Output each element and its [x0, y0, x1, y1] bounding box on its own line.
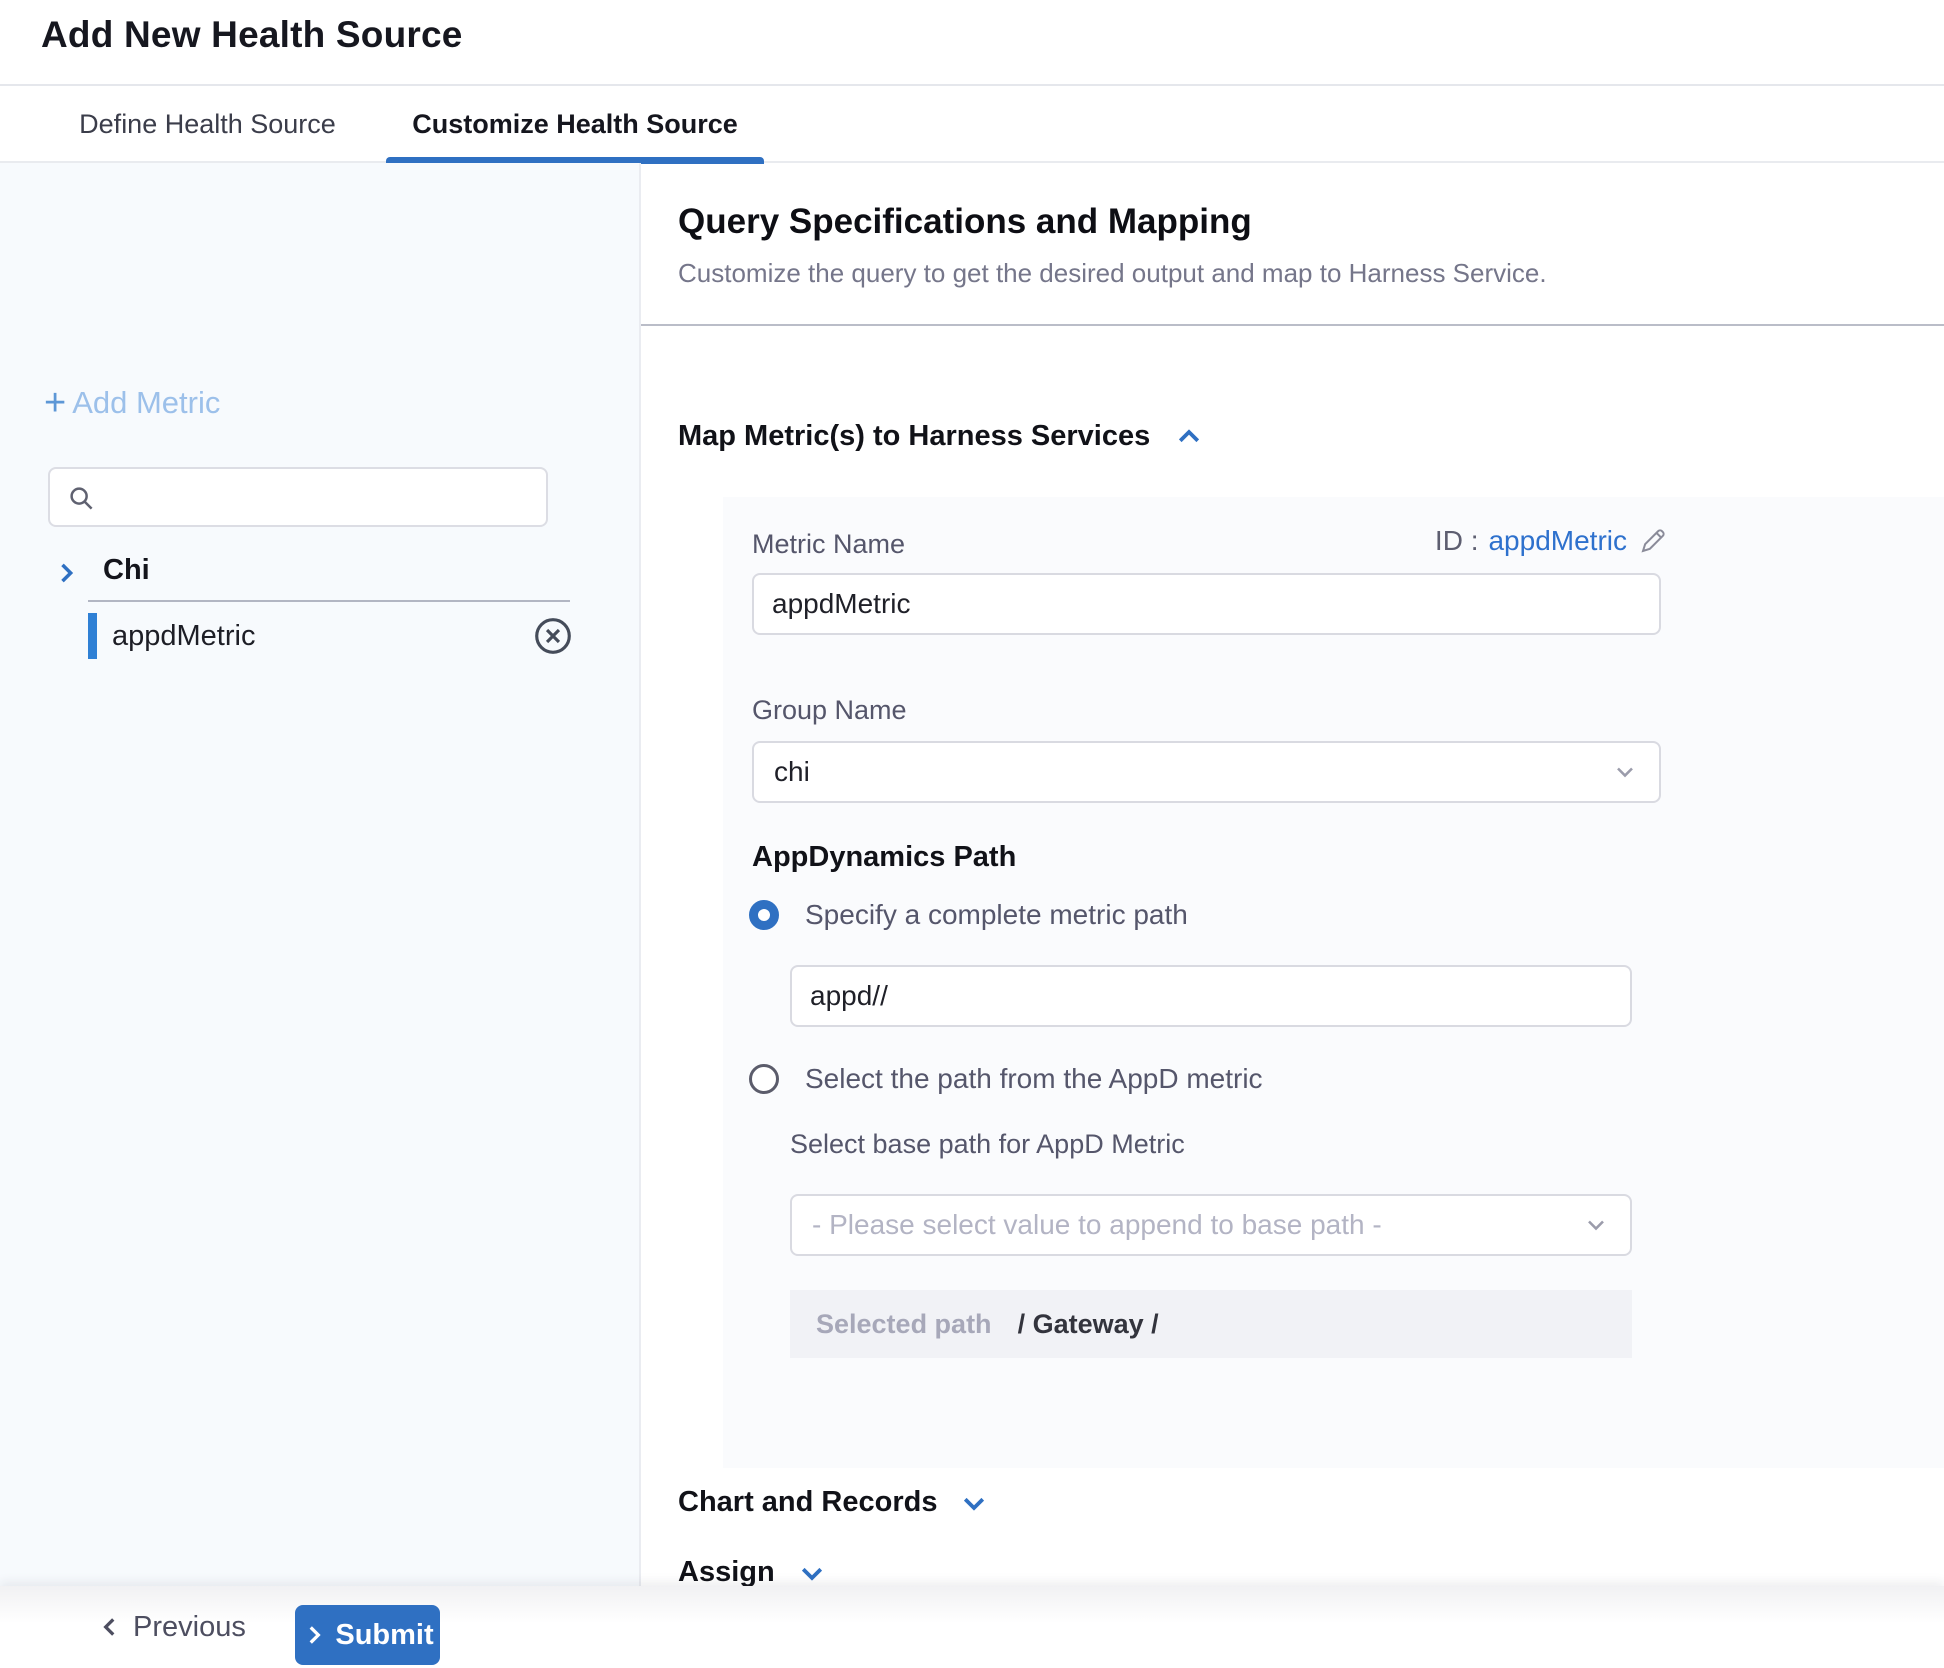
- selected-path-value: / Gateway /: [1018, 1309, 1159, 1340]
- previous-button-label: Previous: [133, 1611, 246, 1644]
- metric-id-value[interactable]: appdMetric: [1488, 525, 1627, 557]
- selected-path-row: Selected path / Gateway /: [790, 1290, 1632, 1358]
- base-path-placeholder: - Please select value to append to base …: [812, 1209, 1382, 1241]
- selected-metric-indicator: [88, 613, 97, 659]
- chevron-down-icon: [959, 1488, 989, 1518]
- plus-icon: +: [44, 388, 66, 418]
- radio-select-path-appd-label: Select the path from the AppD metric: [805, 1063, 1263, 1095]
- group-name-value: chi: [774, 756, 810, 788]
- add-metric-button[interactable]: + Add Metric: [44, 385, 220, 421]
- chevron-down-icon: [1611, 758, 1639, 786]
- group-label: Chi: [103, 554, 150, 587]
- metric-item-label: appdMetric: [112, 620, 255, 653]
- collapse-section-control[interactable]: [1174, 422, 1204, 452]
- group-divider: [88, 600, 570, 602]
- dialog-header: Add New Health Source: [0, 0, 1944, 86]
- chevron-left-icon: [97, 1614, 123, 1640]
- metrics-sidebar: + Add Metric Chi appdMetric: [0, 163, 641, 1586]
- add-metric-label: Add Metric: [72, 385, 220, 421]
- map-metrics-title: Map Metric(s) to Harness Services: [678, 420, 1150, 453]
- edit-pencil-icon[interactable]: [1637, 525, 1669, 557]
- complete-metric-path-input[interactable]: [790, 965, 1632, 1027]
- metric-list-item-appdmetric[interactable]: appdMetric: [0, 613, 641, 659]
- chevron-down-icon: [1582, 1211, 1610, 1239]
- metric-id-row: ID : appdMetric: [752, 525, 1669, 557]
- tab-define-health-source[interactable]: Define Health Source: [60, 86, 355, 163]
- metric-mapping-card: Metric Name ID : appdMetric Group Name c…: [723, 497, 1944, 1468]
- radio-select-path-appd[interactable]: Select the path from the AppD metric: [749, 1063, 1263, 1095]
- metric-search: [48, 467, 548, 527]
- wizard-footer: Previous Submit: [0, 1586, 1944, 1668]
- assign-label: Assign: [678, 1556, 775, 1589]
- metric-group-chi[interactable]: Chi: [0, 551, 641, 595]
- radio-complete-metric-path-label: Specify a complete metric path: [805, 899, 1188, 931]
- tab-customize-health-source[interactable]: Customize Health Source: [386, 86, 764, 163]
- base-path-select[interactable]: - Please select value to append to base …: [790, 1194, 1632, 1256]
- assign-section[interactable]: Assign: [678, 1556, 827, 1589]
- metric-name-input[interactable]: [752, 573, 1661, 635]
- radio-selected-icon: [749, 900, 779, 930]
- radio-unselected-icon: [749, 1064, 779, 1094]
- page-title: Add New Health Source: [41, 14, 463, 56]
- chevron-down-icon: [797, 1558, 827, 1588]
- delete-metric-icon[interactable]: [532, 615, 574, 657]
- chart-and-records-label: Chart and Records: [678, 1486, 937, 1519]
- selected-path-label: Selected path: [816, 1309, 992, 1340]
- map-metrics-section-header: Map Metric(s) to Harness Services: [678, 420, 1204, 453]
- id-prefix-label: ID :: [1435, 525, 1479, 557]
- submit-button-label: Submit: [335, 1619, 433, 1652]
- chevron-up-icon: [1174, 422, 1204, 452]
- appdynamics-path-heading: AppDynamics Path: [752, 841, 1016, 874]
- content-divider: [641, 324, 1944, 326]
- tab-bar: Define Health Source Customize Health So…: [0, 86, 1944, 163]
- chart-and-records-section[interactable]: Chart and Records: [678, 1486, 989, 1519]
- previous-button[interactable]: Previous: [97, 1602, 246, 1652]
- group-name-select[interactable]: chi: [752, 741, 1661, 803]
- section-subtitle: Customize the query to get the desired o…: [678, 258, 1547, 289]
- base-path-label: Select base path for AppD Metric: [790, 1129, 1185, 1160]
- search-icon: [66, 483, 96, 513]
- radio-complete-metric-path[interactable]: Specify a complete metric path: [749, 899, 1188, 931]
- chevron-right-icon: [52, 559, 80, 587]
- submit-button[interactable]: Submit: [295, 1605, 440, 1665]
- group-name-label: Group Name: [752, 695, 907, 726]
- chevron-right-icon: [301, 1622, 327, 1648]
- section-title: Query Specifications and Mapping: [678, 202, 1252, 242]
- search-input[interactable]: [114, 473, 534, 521]
